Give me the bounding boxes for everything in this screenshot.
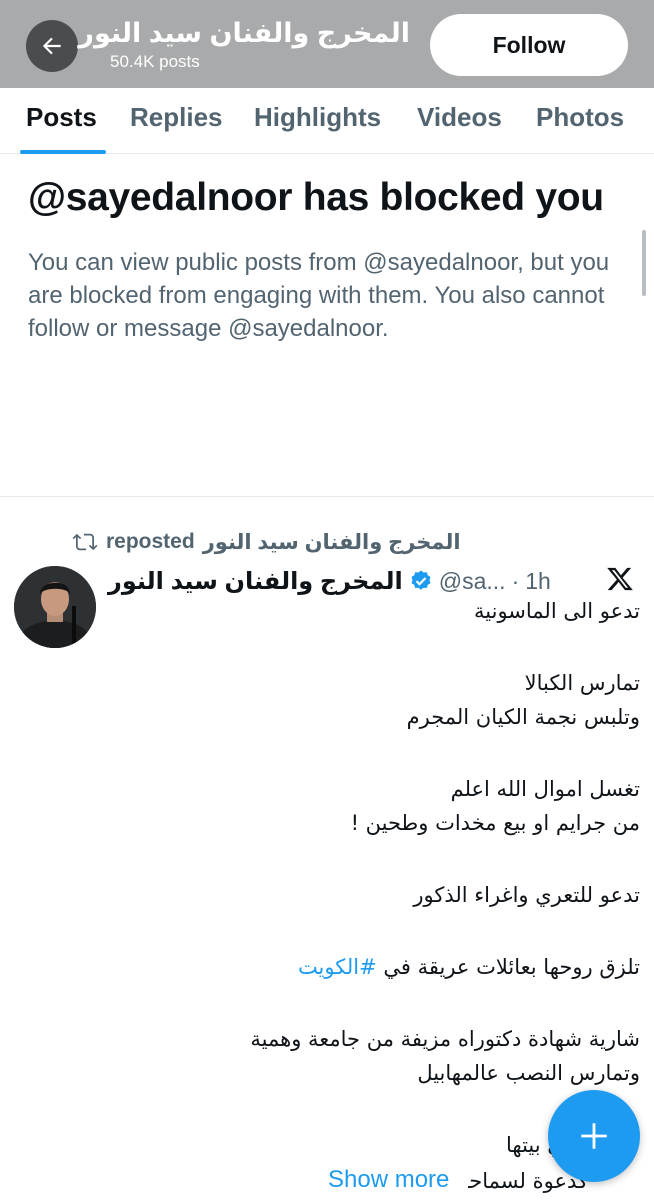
post-text: تدعو الى الماسونية تمارس الكبالا وتلبس ن… bbox=[108, 594, 640, 1162]
hashtag-link[interactable]: #الكويت bbox=[298, 955, 377, 979]
post-line: من جرايم او بيع مخدات وطحين ! bbox=[350, 811, 640, 835]
repost-suffix: reposted bbox=[106, 530, 195, 553]
x-logo-icon bbox=[607, 567, 633, 591]
post-line: شارية شهادة دكتوراه مزيفة من جامعة وهمية bbox=[250, 1027, 640, 1051]
post-line-with-hashtag: تلزق روحها بعائلات عريقة في #الكويت bbox=[108, 950, 640, 984]
tab-photos[interactable]: Photos bbox=[536, 102, 624, 133]
show-more-link[interactable]: Show more bbox=[328, 1166, 450, 1194]
post-line: وتلبس نجمة الكيان المجرم bbox=[406, 705, 640, 729]
back-button[interactable] bbox=[26, 20, 78, 72]
compose-post-button[interactable] bbox=[548, 1090, 640, 1182]
scrollbar-thumb[interactable] bbox=[642, 230, 646, 296]
tab-highlights[interactable]: Highlights bbox=[254, 102, 381, 133]
post-line: تغسل اموال الله اعلم bbox=[450, 777, 640, 801]
post-line: تدعو الى الماسونية bbox=[474, 599, 640, 623]
active-tab-indicator bbox=[20, 150, 106, 154]
tab-replies[interactable]: Replies bbox=[130, 102, 223, 133]
post-line: تمارس الكبالا bbox=[524, 671, 640, 695]
profile-tabs: Posts Replies Highlights Videos Photos bbox=[0, 88, 654, 154]
reposter-name[interactable]: المخرج والفنان سيد النور bbox=[203, 530, 461, 555]
plus-icon bbox=[581, 1123, 607, 1149]
header-titles: المخرج والفنان سيد النور 50.4K posts bbox=[78, 18, 410, 72]
header-posts-count: 50.4K posts bbox=[110, 52, 200, 71]
profile-header: المخرج والفنان سيد النور 50.4K posts Fol… bbox=[0, 0, 654, 88]
section-divider bbox=[0, 496, 654, 497]
post-line-text: تلزق روحها بعائلات عريقة في bbox=[383, 955, 640, 979]
post-line-gap bbox=[108, 734, 640, 772]
blocked-notice: @sayedalnoor has blocked you You can vie… bbox=[28, 172, 628, 345]
repost-indicator: reposted المخرج والفنان سيد النور bbox=[72, 528, 461, 556]
blocked-description: You can view public posts from @sayedaln… bbox=[28, 249, 610, 342]
verified-badge-icon bbox=[411, 570, 431, 590]
tab-videos[interactable]: Videos bbox=[417, 102, 502, 133]
header-profile-name: المخرج والفنان سيد النور bbox=[78, 18, 410, 48]
post-author-name[interactable]: المخرج والفنان سيد النور bbox=[108, 567, 403, 596]
arrow-left-icon bbox=[42, 37, 61, 55]
post-handle[interactable]: @sa... bbox=[439, 568, 506, 595]
blocked-title: @sayedalnoor has blocked you bbox=[28, 176, 604, 219]
post-line-gap bbox=[108, 984, 640, 1022]
repost-icon bbox=[72, 533, 98, 551]
follow-button[interactable]: Follow bbox=[430, 14, 628, 76]
post-separator: · bbox=[511, 567, 520, 594]
post-line-gap bbox=[108, 912, 640, 950]
post-time[interactable]: 1h bbox=[525, 568, 551, 595]
post-line: تدعو للتعري واغراء الذكور bbox=[413, 883, 640, 907]
post-line-gap bbox=[108, 840, 640, 878]
avatar[interactable] bbox=[14, 566, 96, 648]
tab-posts[interactable]: Posts bbox=[26, 102, 97, 133]
post-line: وتمارس النصب عالمهابيل bbox=[417, 1061, 640, 1085]
avatar-photo bbox=[14, 566, 96, 648]
post-line-gap bbox=[108, 628, 640, 666]
